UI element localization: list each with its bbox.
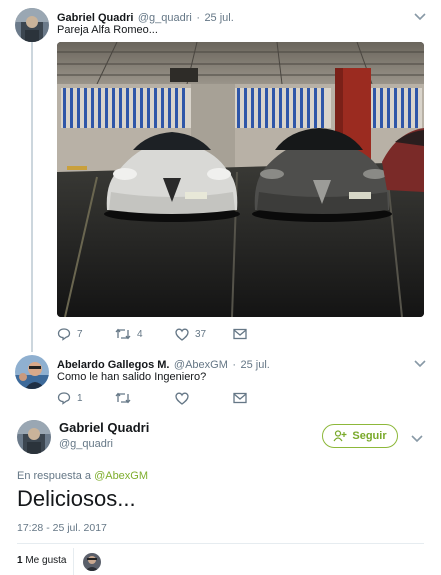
tweet-actions: 7 4 37	[57, 326, 257, 342]
envelope-icon	[233, 328, 247, 340]
like-button[interactable]: 37	[175, 326, 206, 342]
like-button[interactable]	[175, 390, 189, 406]
heart-icon	[175, 392, 189, 405]
retweet-button[interactable]: 4	[115, 326, 143, 342]
add-user-icon	[333, 430, 347, 442]
like-summary[interactable]: 1 Me gusta	[17, 555, 66, 566]
tweet-actions: 1	[57, 390, 257, 406]
author-handle[interactable]: @g_quadri	[59, 438, 113, 450]
divider	[17, 543, 424, 544]
chevron-down-icon[interactable]	[410, 433, 424, 443]
reply-handle-link[interactable]: @AbexGM	[94, 470, 148, 482]
author-handle[interactable]: @AbexGM	[174, 359, 228, 371]
reply-icon	[57, 392, 71, 405]
message-button[interactable]	[233, 326, 247, 342]
avatar[interactable]	[15, 8, 49, 42]
retweet-button[interactable]	[115, 390, 131, 406]
tweet-date[interactable]: 25 jul.	[240, 359, 269, 371]
author-name[interactable]: Abelardo Gallegos M.	[57, 359, 169, 371]
tweet-photo[interactable]	[57, 42, 424, 317]
author-name[interactable]: Gabriel Quadri	[59, 420, 149, 435]
main-tweet-text: Deliciosos...	[17, 486, 136, 511]
reply-count: 7	[77, 328, 83, 340]
reply-icon	[57, 328, 71, 341]
follow-label: Seguir	[352, 430, 387, 442]
tweet-text: Pareja Alfa Romeo...	[57, 24, 158, 36]
chevron-down-icon[interactable]	[413, 358, 427, 368]
reply-context: En respuesta a @AbexGM	[17, 470, 148, 482]
author-handle[interactable]: @g_quadri	[138, 12, 192, 24]
author-name[interactable]: Gabriel Quadri	[57, 12, 133, 24]
avatar[interactable]	[17, 420, 51, 454]
retweet-icon	[115, 392, 131, 404]
liker-avatar[interactable]	[83, 553, 101, 571]
like-total: 1	[17, 555, 23, 566]
follow-button[interactable]: Seguir	[322, 424, 398, 448]
like-count: 37	[195, 328, 207, 340]
retweet-count: 4	[137, 328, 143, 340]
heart-icon	[175, 328, 189, 341]
chevron-down-icon[interactable]	[413, 11, 427, 21]
separator-dot: ·	[232, 359, 237, 371]
envelope-icon	[233, 392, 247, 404]
like-label: Me gusta	[25, 555, 67, 566]
message-button[interactable]	[233, 390, 247, 406]
thread-line	[31, 40, 33, 352]
tweet-text: Como le han salido Ingeniero?	[57, 371, 207, 383]
separator-dot: ·	[196, 12, 200, 24]
retweet-icon	[115, 328, 131, 340]
tweet-timestamp[interactable]: 17:28 - 25 jul. 2017	[17, 522, 107, 534]
likes-divider	[73, 548, 74, 575]
reply-prefix: En respuesta a	[17, 470, 91, 482]
tweet-date[interactable]: 25 jul.	[204, 12, 233, 24]
reply-count: 1	[77, 392, 83, 404]
reply-button[interactable]: 1	[57, 390, 83, 406]
reply-button[interactable]: 7	[57, 326, 83, 342]
avatar[interactable]	[15, 355, 49, 389]
